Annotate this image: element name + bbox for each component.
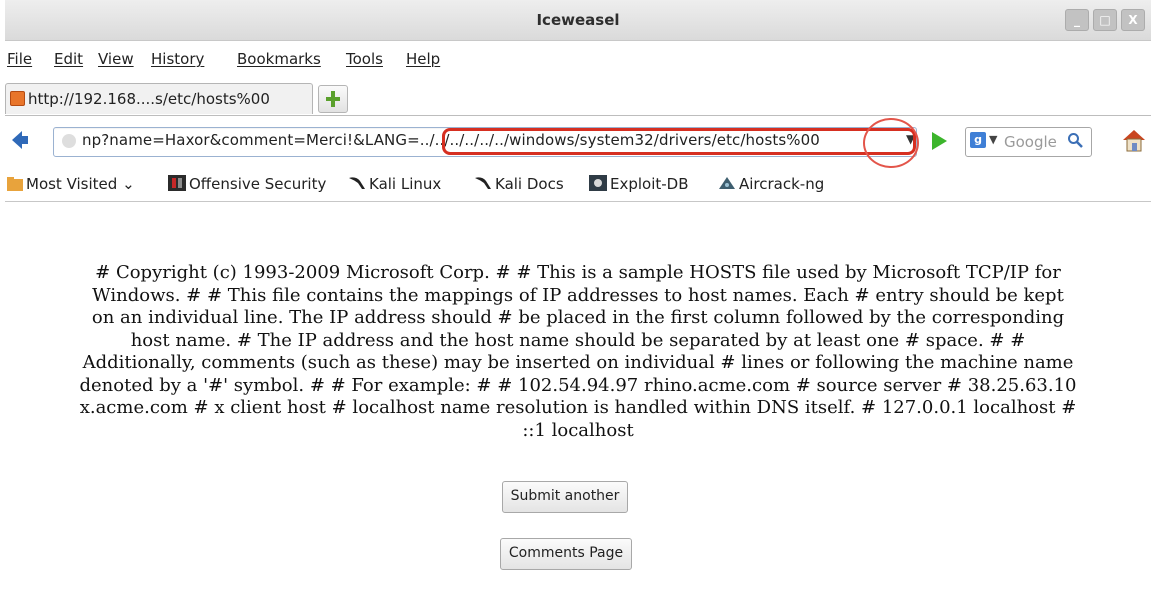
folder-icon	[7, 177, 23, 191]
minimize-button[interactable]: _	[1065, 9, 1089, 31]
offsec-icon	[168, 175, 186, 191]
exploitdb-icon	[589, 175, 607, 191]
content-line: x.acme.com # x client host # localhost n…	[79, 397, 1077, 418]
bookmark-label: Aircrack-ng	[739, 175, 825, 193]
bookmark-label: Exploit-DB	[610, 175, 689, 193]
plus-icon	[326, 91, 340, 107]
menu-help[interactable]: Help	[406, 50, 440, 68]
search-placeholder: Google	[1004, 133, 1057, 151]
comments-page-button[interactable]: Comments Page	[500, 538, 632, 570]
close-button[interactable]: X	[1121, 9, 1145, 31]
tab-bar: http://192.168....s/etc/hosts%00	[5, 82, 1151, 116]
back-arrow-icon[interactable]	[11, 129, 29, 151]
menu-bookmarks[interactable]: Bookmarks	[237, 50, 321, 68]
tab-label: http://192.168....s/etc/hosts%00	[28, 90, 270, 108]
site-identity-icon[interactable]	[62, 134, 76, 148]
maximize-button[interactable]: □	[1093, 9, 1117, 31]
kali-dragon-icon	[349, 177, 365, 189]
bookmark-label: Most Visited	[26, 175, 118, 193]
navigation-bar: np?name=Haxor&comment=Merci!&LANG=../../…	[5, 118, 1151, 168]
content-line: denoted by a '#' symbol. # # For example…	[79, 374, 1077, 396]
aircrack-icon	[719, 177, 735, 189]
content-line: Windows. # # This file contains the mapp…	[92, 284, 1064, 306]
menu-file[interactable]: File	[7, 50, 32, 68]
menu-history[interactable]: History	[151, 50, 204, 68]
window-title: Iceweasel	[536, 11, 620, 29]
home-icon[interactable]	[1121, 127, 1147, 153]
menu-edit[interactable]: Edit	[54, 50, 83, 68]
bookmark-label: Offensive Security	[189, 175, 327, 193]
google-icon[interactable]: g	[970, 132, 986, 148]
page-favicon-icon	[10, 91, 25, 106]
bookmark-kali-docs[interactable]: Kali Docs	[474, 175, 564, 193]
bookmark-exploit-db[interactable]: Exploit-DB	[589, 175, 689, 193]
chevron-down-icon: ⌄	[122, 175, 135, 193]
bookmarks-toolbar: Most Visited ⌄ Offensive Security Kali L…	[5, 171, 1151, 202]
tab-active[interactable]: http://192.168....s/etc/hosts%00	[5, 83, 313, 114]
search-icon[interactable]	[1067, 132, 1083, 148]
annotation-highlight-box	[442, 128, 916, 155]
bookmark-offensive-security[interactable]: Offensive Security	[168, 175, 326, 193]
bookmark-most-visited[interactable]: Most Visited ⌄	[7, 175, 135, 193]
content-line: Additionally, comments (such as these) m…	[82, 352, 1074, 373]
content-line: # Copyright (c) 1993-2009 Microsoft Corp…	[95, 262, 1061, 283]
bookmark-kali-linux[interactable]: Kali Linux	[348, 175, 441, 193]
chevron-down-icon[interactable]: ▼	[989, 133, 997, 146]
content-line: ::1 localhost	[522, 419, 634, 441]
submit-another-button[interactable]: Submit another	[502, 481, 628, 513]
annotation-circle	[863, 118, 919, 168]
new-tab-button[interactable]	[318, 85, 348, 113]
kali-dragon-icon	[475, 177, 491, 189]
menu-tools[interactable]: Tools	[346, 50, 383, 68]
go-arrow-icon[interactable]	[929, 130, 949, 152]
bookmark-label: Kali Docs	[495, 175, 564, 193]
content-line: host name. # The IP address and the host…	[130, 329, 1026, 351]
menu-view[interactable]: View	[98, 50, 134, 68]
bookmark-label: Kali Linux	[369, 175, 442, 193]
search-box[interactable]: g ▼ Google	[965, 127, 1092, 157]
bookmark-aircrack-ng[interactable]: Aircrack-ng	[718, 175, 824, 193]
title-bar: Iceweasel _ □ X	[5, 0, 1151, 41]
content-line: on an individual line. The IP address sh…	[91, 307, 1065, 328]
hosts-file-content: # Copyright (c) 1993-2009 Microsoft Corp…	[9, 262, 1147, 442]
browser-window: Iceweasel _ □ X File Edit View History B…	[5, 0, 1151, 593]
